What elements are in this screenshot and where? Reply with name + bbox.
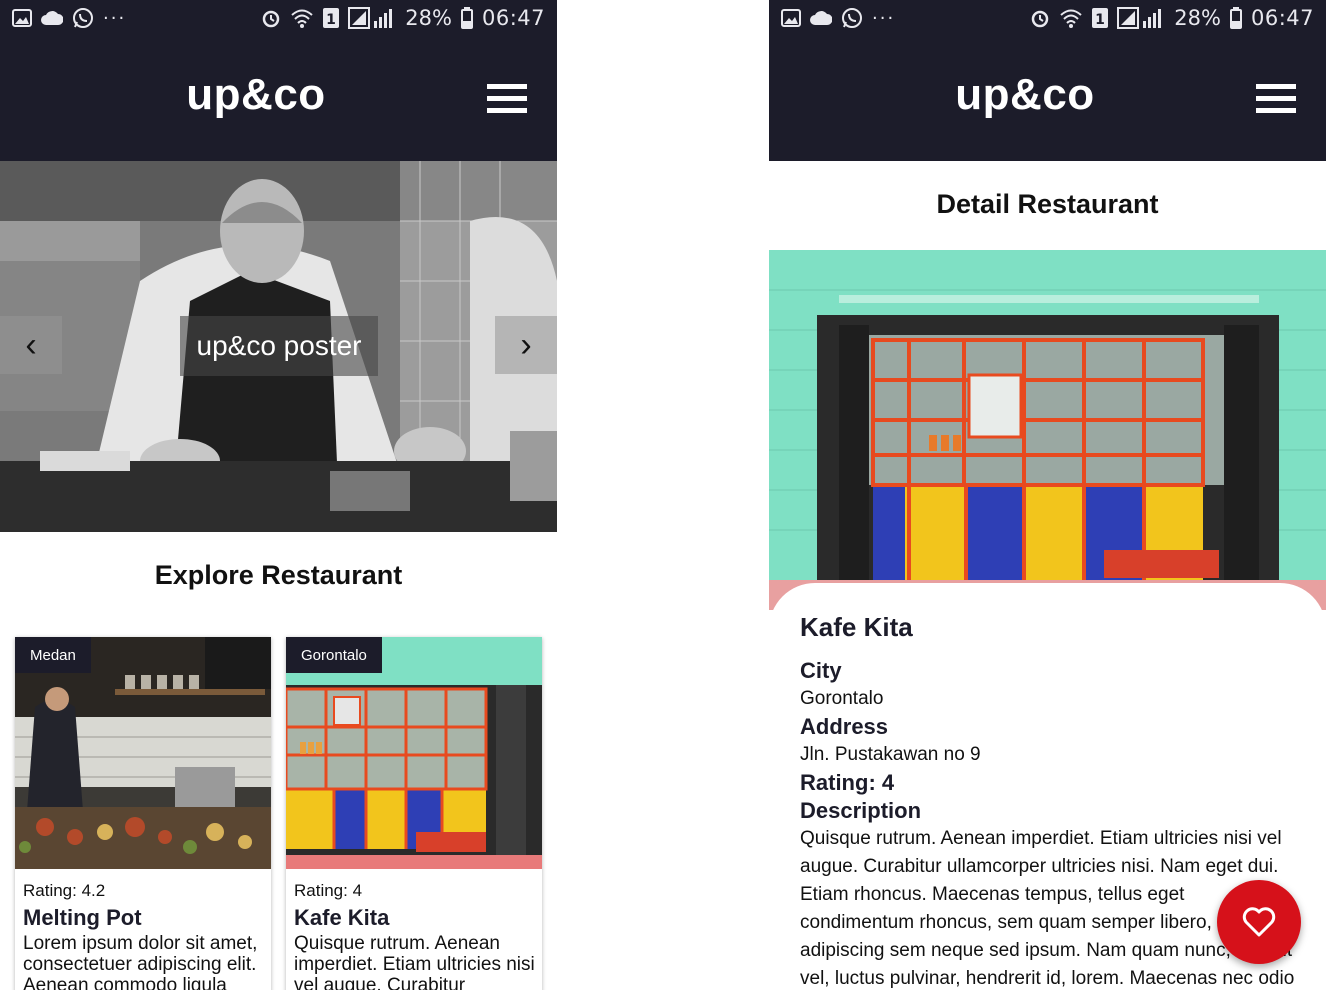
hero-caption: up&co poster [180, 316, 378, 376]
city-badge: Gorontalo [286, 637, 382, 673]
gallery-notification-icon [781, 9, 801, 27]
restaurant-description: Quisque rutrum. Aenean imperdiet. Etiam … [294, 933, 535, 990]
favorite-button[interactable] [1217, 880, 1301, 964]
address-label: Address [800, 714, 889, 739]
sim-one-icon: 1 [1092, 8, 1109, 28]
city-value: Gorontalo [800, 688, 884, 709]
alarm-icon [1032, 10, 1049, 28]
description-label: Description [800, 798, 922, 823]
alarm-icon [263, 10, 280, 28]
sim-one-label: 1 [326, 12, 336, 28]
app-bar: up&co [0, 36, 557, 161]
hamburger-menu-icon[interactable] [1256, 84, 1296, 114]
hamburger-menu-icon[interactable] [487, 84, 527, 114]
more-notifications-icon: ··· [103, 7, 127, 29]
restaurant-image: Gorontalo [286, 637, 542, 869]
clock: 06:47 [1250, 6, 1314, 30]
wifi-icon [291, 9, 313, 28]
page-title: Detail Restaurant [936, 189, 1159, 219]
restaurant-rating: Rating: 4.2 [23, 881, 106, 900]
brand-logo[interactable]: up&co [0, 70, 512, 120]
kafe-kita-storefront-photo [769, 250, 1326, 610]
detail-screen: ··· 1 28% 06:47 up&co Detail Restaurant [769, 0, 1326, 990]
carousel-next-button[interactable]: › [495, 316, 557, 374]
rating-label: Rating: 4 [800, 770, 895, 795]
battery-icon [460, 7, 473, 29]
clock: 06:47 [481, 6, 545, 30]
cloud-icon [810, 11, 832, 25]
sim-one-label: 1 [1095, 12, 1105, 28]
home-screen: ··· 1 28% 06:47 up&co ‹ up&co poster › E… [0, 0, 557, 990]
app-bar: up&co [769, 36, 1326, 161]
status-bar: ··· 1 28% 06:47 [769, 0, 1326, 36]
restaurant-card[interactable]: Medan Rating: 4.2 Melting Pot Lorem ipsu… [15, 637, 271, 990]
restaurant-name[interactable]: Kafe Kita [294, 905, 389, 931]
whatsapp-icon [842, 8, 862, 28]
brand-logo[interactable]: up&co [769, 70, 1281, 120]
restaurant-name[interactable]: Melting Pot [23, 905, 142, 931]
restaurant-name: Kafe Kita [800, 612, 913, 642]
gallery-notification-icon [12, 9, 32, 27]
hero-carousel[interactable]: ‹ up&co poster › [0, 161, 557, 532]
more-notifications-icon: ··· [872, 7, 896, 29]
restaurant-card[interactable]: Gorontalo Rating: 4 Kafe Kita Quisque ru… [286, 637, 542, 990]
signal-icon [1117, 7, 1162, 29]
restaurant-description: Lorem ipsum dolor sit amet, consectetuer… [23, 933, 258, 990]
battery-icon [1229, 7, 1242, 29]
battery-percent: 28% [405, 6, 452, 30]
city-badge: Medan [15, 637, 91, 673]
heart-icon [1242, 907, 1276, 937]
carousel-prev-button[interactable]: ‹ [0, 316, 62, 374]
sim-one-icon: 1 [323, 8, 340, 28]
whatsapp-icon [73, 8, 93, 28]
signal-icon [348, 7, 393, 29]
restaurant-rating: Rating: 4 [294, 881, 363, 900]
section-title: Explore Restaurant [154, 560, 403, 590]
restaurant-hero-image [769, 250, 1326, 610]
address-value: Jln. Pustakawan no 9 [800, 744, 981, 765]
status-bar: ··· 1 28% 06:47 [0, 0, 557, 36]
city-label: City [800, 658, 842, 683]
battery-percent: 28% [1174, 6, 1221, 30]
cloud-icon [41, 11, 63, 25]
wifi-icon [1060, 9, 1082, 28]
restaurant-image: Medan [15, 637, 271, 869]
